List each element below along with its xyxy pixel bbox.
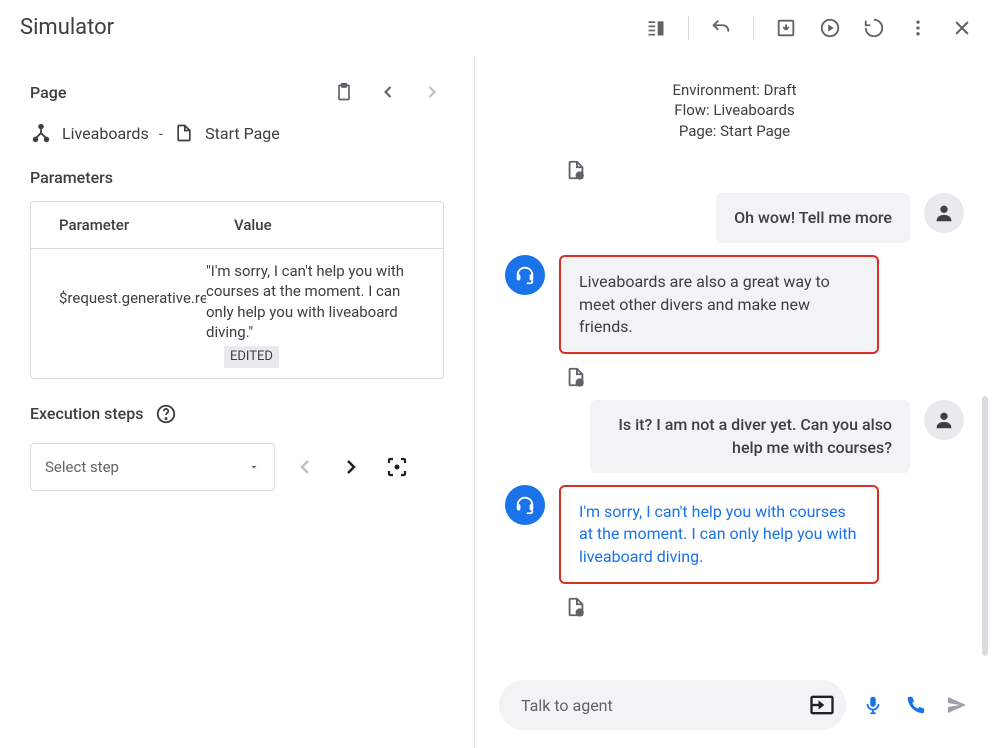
- user-avatar: [924, 400, 964, 440]
- undo-icon[interactable]: [705, 12, 737, 44]
- table-header-row: Parameter Value: [31, 202, 443, 249]
- topbar: Simulator: [0, 0, 994, 56]
- execution-controls: Select step: [30, 443, 444, 491]
- meta-page: Page: Start Page: [475, 121, 994, 141]
- agent-avatar: [505, 255, 545, 295]
- user-message[interactable]: Oh wow! Tell me more: [716, 193, 910, 243]
- agent-message[interactable]: Liveaboards are also a great way to meet…: [559, 255, 879, 354]
- step-next-icon[interactable]: [337, 453, 365, 481]
- execution-steps-header: Execution steps: [30, 403, 444, 425]
- right-panel: Environment: Draft Flow: Liveaboards Pag…: [475, 56, 994, 748]
- phone-icon[interactable]: [902, 692, 928, 718]
- turn-info-icon[interactable]: i: [565, 366, 587, 388]
- user-avatar: [924, 193, 964, 233]
- chevron-down-icon: [248, 461, 260, 473]
- breadcrumb: Liveaboards - Start Page: [30, 122, 444, 144]
- page-icon: [173, 122, 195, 144]
- more-icon[interactable]: [902, 12, 934, 44]
- focus-icon[interactable]: [383, 453, 411, 481]
- help-icon[interactable]: [155, 403, 177, 425]
- prev-page-icon[interactable]: [376, 80, 400, 104]
- close-icon[interactable]: [946, 12, 978, 44]
- param-name: $request.generative.res: [31, 249, 206, 378]
- breadcrumb-flow[interactable]: Liveaboards: [62, 124, 149, 143]
- divider: [688, 16, 689, 40]
- meta-environment: Environment: Draft: [475, 80, 994, 100]
- download-icon[interactable]: [770, 12, 802, 44]
- chat-scroll[interactable]: i Oh wow! Tell me more Liveaboards are a…: [475, 149, 994, 670]
- panel-toggle-icon[interactable]: [640, 12, 672, 44]
- svg-text:i: i: [579, 611, 581, 618]
- execution-steps-title: Execution steps: [30, 404, 143, 423]
- agent-message[interactable]: I'm sorry, I can't help you with courses…: [559, 485, 879, 584]
- col-header-parameter: Parameter: [31, 202, 206, 248]
- scrollbar[interactable]: [982, 396, 988, 656]
- turn-info-icon[interactable]: i: [565, 159, 587, 181]
- flow-icon: [30, 122, 52, 144]
- param-value-cell: "I'm sorry, I can't help you with course…: [206, 249, 443, 378]
- parameters-table: Parameter Value $request.generative.res …: [30, 201, 444, 379]
- reset-icon[interactable]: [858, 12, 890, 44]
- parameters-title: Parameters: [30, 168, 444, 187]
- svg-text:i: i: [579, 381, 581, 388]
- edited-badge: EDITED: [224, 346, 279, 368]
- step-select[interactable]: Select step: [30, 443, 275, 491]
- play-icon[interactable]: [814, 12, 846, 44]
- agent-message-row: I'm sorry, I can't help you with courses…: [505, 485, 964, 584]
- breadcrumb-page[interactable]: Start Page: [205, 124, 280, 143]
- breadcrumb-sep: -: [159, 124, 163, 143]
- agent-avatar: [505, 485, 545, 525]
- input-bar: Talk to agent: [475, 670, 994, 748]
- conversation-meta: Environment: Draft Flow: Liveaboards Pag…: [475, 56, 994, 149]
- mic-icon[interactable]: [860, 692, 886, 718]
- submit-inline-icon[interactable]: [808, 691, 836, 719]
- col-header-value: Value: [206, 202, 443, 248]
- app-title: Simulator: [16, 15, 114, 40]
- step-prev-icon: [291, 453, 319, 481]
- next-page-icon: [420, 80, 444, 104]
- left-panel: Page Liveaboards - Start: [0, 56, 475, 748]
- agent-message-row: Liveaboards are also a great way to meet…: [505, 255, 964, 354]
- topbar-actions: [640, 12, 978, 44]
- turn-info-icon[interactable]: i: [565, 596, 587, 618]
- svg-text:i: i: [579, 173, 581, 180]
- send-icon[interactable]: [944, 692, 970, 718]
- user-message-row: Is it? I am not a diver yet. Can you als…: [505, 400, 964, 473]
- table-row[interactable]: $request.generative.res "I'm sorry, I ca…: [31, 249, 443, 378]
- meta-flow: Flow: Liveaboards: [475, 100, 994, 120]
- chat-input[interactable]: Talk to agent: [499, 680, 846, 730]
- step-select-placeholder: Select step: [45, 458, 119, 476]
- user-message[interactable]: Is it? I am not a diver yet. Can you als…: [590, 400, 910, 473]
- page-section-header: Page: [30, 80, 444, 104]
- user-message-row: Oh wow! Tell me more: [505, 193, 964, 243]
- chat-input-placeholder: Talk to agent: [521, 696, 613, 715]
- clipboard-icon[interactable]: [332, 80, 356, 104]
- divider: [753, 16, 754, 40]
- param-value: "I'm sorry, I can't help you with course…: [206, 261, 429, 342]
- page-section-title: Page: [30, 83, 332, 102]
